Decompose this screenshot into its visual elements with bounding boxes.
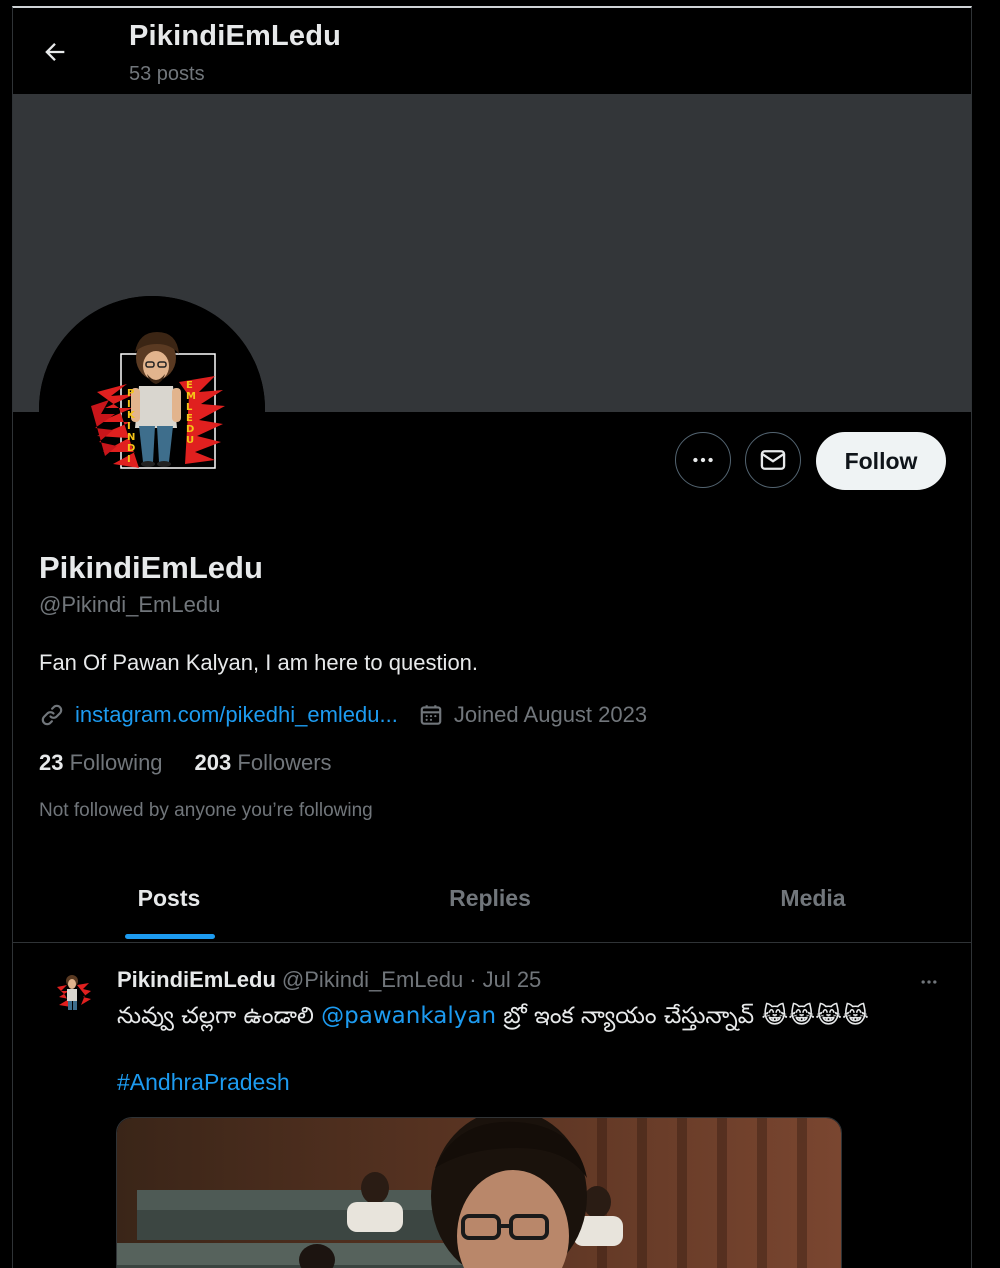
post-author-handle[interactable]: @Pikindi_EmLedu	[282, 967, 463, 993]
post-separator: ·	[469, 967, 477, 992]
followers-label: Followers	[237, 750, 332, 775]
mutual-followers-note: Not followed by anyone you’re following	[39, 800, 373, 821]
following-count: 23	[39, 750, 64, 775]
more-options-button[interactable]	[675, 432, 731, 488]
post-item[interactable]: PikindiEmLedu @Pikindi_EmLedu · Jul 25 న…	[13, 943, 971, 1268]
message-button[interactable]	[745, 432, 801, 488]
tab-replies[interactable]: Replies	[325, 854, 655, 942]
post-more-button[interactable]	[911, 969, 947, 995]
tab-media[interactable]: Media	[655, 854, 971, 942]
post-text-part2: బ్రో ఇంక న్యాయం చేస్తున్నావ్	[496, 1003, 762, 1029]
profile-avatar[interactable]: PIKINDI EMLEDU	[39, 296, 265, 522]
post-count: 53 posts	[129, 63, 205, 85]
post-text: నువ్వు చల్లగా ఉండాలి @pawankalyan బ్రో ఇ…	[117, 1003, 869, 1035]
following-link[interactable]: 23 Following	[39, 750, 163, 776]
profile-header: PikindiEmLedu 53 posts	[13, 8, 971, 94]
post-image-scene	[117, 1118, 841, 1268]
following-label: Following	[69, 750, 163, 775]
post-emojis: 😹😹😹😹	[761, 1003, 869, 1029]
display-name: PikindiEmLedu	[39, 550, 263, 585]
post-date[interactable]: Jul 25	[483, 967, 542, 993]
followers-link[interactable]: 203 Followers	[195, 750, 332, 776]
follow-stats: 23 Following 203 Followers	[39, 750, 332, 776]
post-hashtag-link[interactable]: #AndhraPradesh	[117, 1069, 290, 1096]
post-media-image[interactable]	[116, 1117, 842, 1268]
more-icon	[693, 457, 713, 463]
profile-tabs: Posts Replies Media	[13, 854, 971, 943]
back-button[interactable]	[35, 32, 75, 72]
post-author-name[interactable]: PikindiEmLedu	[117, 967, 276, 993]
post-header: PikindiEmLedu @Pikindi_EmLedu · Jul 25	[117, 967, 541, 993]
followers-count: 203	[194, 750, 232, 775]
header-title: PikindiEmLedu	[129, 20, 342, 52]
arrow-left-icon	[45, 43, 65, 61]
profile-page: PikindiEmLedu 53 posts P I K I N D I E M…	[12, 6, 972, 1268]
follow-button[interactable]: Follow	[816, 432, 946, 490]
active-tab-indicator	[125, 934, 215, 939]
mail-icon	[760, 450, 786, 470]
link-icon	[39, 701, 67, 729]
post-author-avatar[interactable]	[43, 965, 101, 1023]
user-bio: Fan Of Pawan Kalyan, I am here to questi…	[39, 650, 479, 675]
profile-website-link[interactable]: instagram.com/pikedhi_emledu...	[75, 702, 398, 728]
profile-meta: instagram.com/pikedhi_emledu... Joined A…	[39, 700, 647, 730]
user-handle: @Pikindi_EmLedu	[39, 592, 221, 617]
tab-posts[interactable]: Posts	[13, 854, 325, 942]
calendar-icon	[418, 701, 446, 729]
post-mention-link[interactable]: @pawankalyan	[321, 1003, 496, 1029]
post-text-part1: నువ్వు చల్లగా ఉండాలి	[117, 1003, 322, 1029]
more-icon	[921, 980, 937, 984]
avatar-logo-image: PIKINDI EMLEDU	[39, 296, 265, 522]
joined-date: Joined August 2023	[453, 702, 648, 727]
